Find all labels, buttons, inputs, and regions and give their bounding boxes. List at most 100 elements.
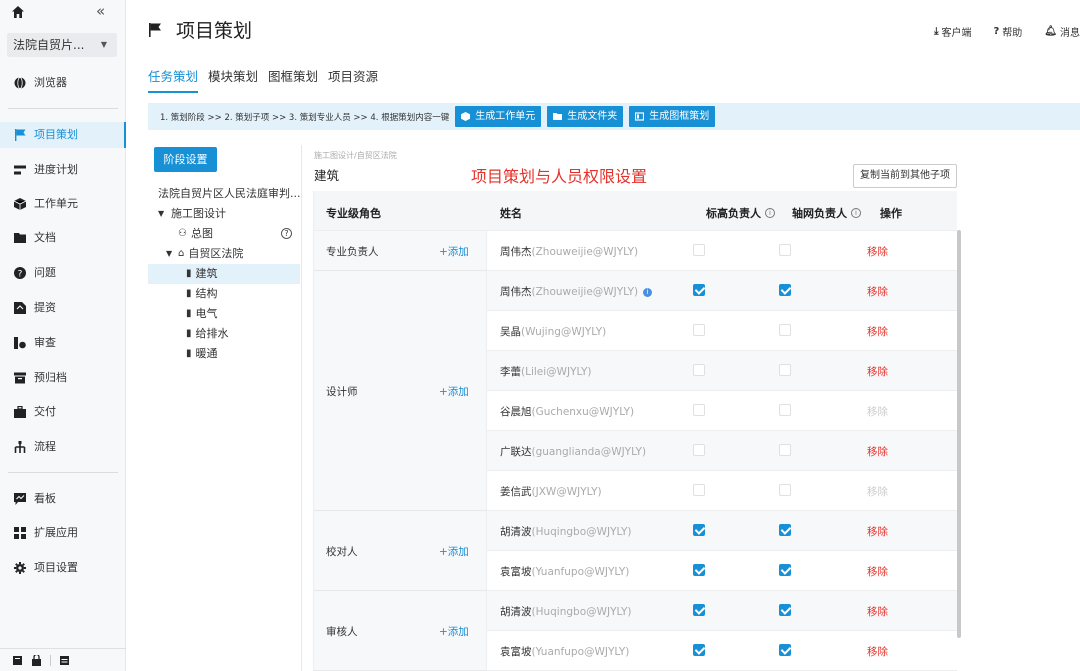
tree-discipline-label: 暖通 bbox=[195, 347, 218, 360]
remove-button[interactable]: 移除 bbox=[867, 564, 888, 579]
axis-owner-checkbox[interactable] bbox=[779, 564, 791, 576]
messages-link[interactable]: 🔔︎ 消息 bbox=[1044, 24, 1080, 39]
help-link[interactable]: ? 帮助 bbox=[993, 24, 1022, 39]
review-icon bbox=[14, 337, 26, 349]
add-member-button[interactable]: +添加 bbox=[439, 624, 469, 639]
generate-folder-button[interactable]: 生成文件夹 bbox=[547, 106, 624, 127]
axis-owner-checkbox[interactable] bbox=[779, 244, 791, 256]
axis-owner-checkbox[interactable] bbox=[779, 284, 791, 296]
sidebar-item-11[interactable]: 看板 bbox=[0, 486, 126, 512]
sidebar-item-6[interactable]: 提资 bbox=[0, 295, 126, 321]
client-link[interactable]: ⤓ 客户端 bbox=[934, 24, 971, 39]
sidebar-item-0[interactable]: 浏览器 bbox=[0, 70, 126, 96]
tree-discipline[interactable]: ▮ 暖通 bbox=[148, 344, 300, 364]
section-title: 建筑 bbox=[314, 168, 340, 183]
sidebar-item-4[interactable]: 文档 bbox=[0, 225, 126, 251]
remove-button[interactable]: 移除 bbox=[867, 404, 888, 419]
table-scrollbar[interactable] bbox=[957, 230, 961, 638]
sidebar-item-3[interactable]: 工作单元 bbox=[0, 191, 126, 217]
folder-icon bbox=[553, 113, 563, 120]
axis-owner-checkbox[interactable] bbox=[779, 484, 791, 496]
sidebar-item-8[interactable]: 预归档 bbox=[0, 365, 126, 391]
role-cell: 专业负责人 +添加 bbox=[314, 231, 487, 271]
sidebar-item-13[interactable]: 项目设置 bbox=[0, 555, 126, 581]
add-member-button[interactable]: +添加 bbox=[439, 544, 469, 559]
elevation-owner-checkbox[interactable] bbox=[693, 284, 705, 296]
home-icon[interactable] bbox=[12, 6, 24, 18]
breadcrumb: 施工图设计/自贸区法院 bbox=[314, 151, 397, 160]
tab-frame-planning[interactable]: 图框策划 bbox=[268, 66, 318, 93]
remove-button[interactable]: 移除 bbox=[867, 524, 888, 539]
elevation-owner-checkbox[interactable] bbox=[693, 324, 705, 336]
axis-owner-checkbox[interactable] bbox=[779, 444, 791, 456]
elevation-owner-checkbox[interactable] bbox=[693, 404, 705, 416]
elevation-owner-checkbox[interactable] bbox=[693, 604, 705, 616]
elevation-owner-checkbox[interactable] bbox=[693, 444, 705, 456]
stage-settings-button[interactable]: 阶段设置 bbox=[154, 147, 217, 172]
main-area: 项目策划 ⤓ 客户端 ? 帮助 🔔︎ 消息 任务策划 模块策划 图框策划 项目资源 1… bbox=[126, 0, 1080, 671]
remove-button[interactable]: 移除 bbox=[867, 644, 888, 659]
info-icon[interactable]: i bbox=[851, 208, 861, 218]
tree-building[interactable]: ▼ ⌂ 自贸区法院 bbox=[148, 244, 300, 264]
tree-discipline[interactable]: ▮ 建筑 bbox=[148, 264, 300, 284]
generate-work-unit-button[interactable]: 生成工作单元 bbox=[455, 106, 542, 127]
sidebar-item-7[interactable]: 审查 bbox=[0, 330, 126, 356]
project-select[interactable]: 法院自贸片... ▼ bbox=[7, 33, 117, 57]
list-icon[interactable] bbox=[59, 655, 70, 666]
elevation-owner-checkbox[interactable] bbox=[693, 564, 705, 576]
info-icon[interactable]: i bbox=[765, 208, 775, 218]
tree-discipline[interactable]: ▮ 结构 bbox=[148, 284, 300, 304]
elevation-owner-checkbox[interactable] bbox=[693, 644, 705, 656]
remove-button[interactable]: 移除 bbox=[867, 484, 888, 499]
remove-button[interactable]: 移除 bbox=[867, 604, 888, 619]
axis-owner-checkbox[interactable] bbox=[779, 524, 791, 536]
axis-owner-checkbox[interactable] bbox=[779, 404, 791, 416]
sidebar-footer bbox=[0, 648, 126, 671]
generate-folder-label: 生成文件夹 bbox=[567, 111, 618, 122]
add-member-button[interactable]: +添加 bbox=[439, 244, 469, 259]
tab-module-planning[interactable]: 模块策划 bbox=[208, 66, 258, 93]
help-icon[interactable]: ? bbox=[281, 228, 292, 239]
book-icon: ▮ bbox=[186, 328, 192, 339]
sidebar-item-12[interactable]: 扩展应用 bbox=[0, 520, 126, 546]
tree-discipline[interactable]: ▮ 电气 bbox=[148, 304, 300, 324]
sidebar-item-2[interactable]: 进度计划 bbox=[0, 157, 126, 183]
lock-icon[interactable] bbox=[31, 654, 42, 666]
tab-task-planning[interactable]: 任务策划 bbox=[148, 66, 199, 93]
remove-button[interactable]: 移除 bbox=[867, 444, 888, 459]
elevation-owner-checkbox[interactable] bbox=[693, 524, 705, 536]
info-badge-icon[interactable]: i bbox=[643, 288, 653, 297]
sidebar-item-label: 看板 bbox=[34, 492, 56, 505]
sidebar-item-1[interactable]: 项目策划 bbox=[0, 122, 126, 148]
tree-root[interactable]: 法院自贸片区人民法庭审判... bbox=[148, 184, 301, 204]
axis-owner-checkbox[interactable] bbox=[779, 644, 791, 656]
axis-owner-checkbox[interactable] bbox=[779, 364, 791, 376]
elevation-owner-checkbox[interactable] bbox=[693, 244, 705, 256]
remove-button[interactable]: 移除 bbox=[867, 244, 888, 259]
remove-button[interactable]: 移除 bbox=[867, 364, 888, 379]
sidebar-item-label: 问题 bbox=[34, 266, 56, 279]
elevation-owner-checkbox[interactable] bbox=[693, 364, 705, 376]
page-title: 项目策划 bbox=[148, 16, 252, 43]
add-member-button[interactable]: +添加 bbox=[439, 384, 469, 399]
tree-discipline[interactable]: ▮ 给排水 bbox=[148, 324, 300, 344]
sidebar-item-10[interactable]: 流程 bbox=[0, 434, 126, 460]
collapse-icon[interactable]: « bbox=[96, 2, 105, 20]
member-account: (Yuanfupo@WJYLY) bbox=[531, 646, 630, 658]
axis-owner-checkbox[interactable] bbox=[779, 324, 791, 336]
copy-to-other-items-button[interactable]: 复制当前到其他子项 bbox=[853, 164, 957, 188]
axis-owner-checkbox[interactable] bbox=[779, 604, 791, 616]
tree-phase[interactable]: ▼ 施工图设计 bbox=[148, 204, 300, 224]
sidebar-item-5[interactable]: ? 问题 bbox=[0, 260, 126, 286]
sidebar-item-9[interactable]: 交付 bbox=[0, 399, 126, 425]
chevron-down-icon: ▼ bbox=[100, 40, 107, 49]
elevation-owner-checkbox[interactable] bbox=[693, 484, 705, 496]
remove-button[interactable]: 移除 bbox=[867, 324, 888, 339]
remove-button[interactable]: 移除 bbox=[867, 284, 888, 299]
generate-frame-button[interactable]: 生成图框策划 bbox=[629, 106, 716, 127]
tab-project-resources[interactable]: 项目资源 bbox=[328, 66, 378, 93]
member-name: 袁富坡(Yuanfupo@WJYLY) bbox=[500, 644, 629, 659]
book-icon[interactable] bbox=[12, 655, 23, 666]
sidebar-item-label: 交付 bbox=[34, 405, 56, 418]
tree-general[interactable]: ⚇ 总图? bbox=[148, 224, 300, 244]
